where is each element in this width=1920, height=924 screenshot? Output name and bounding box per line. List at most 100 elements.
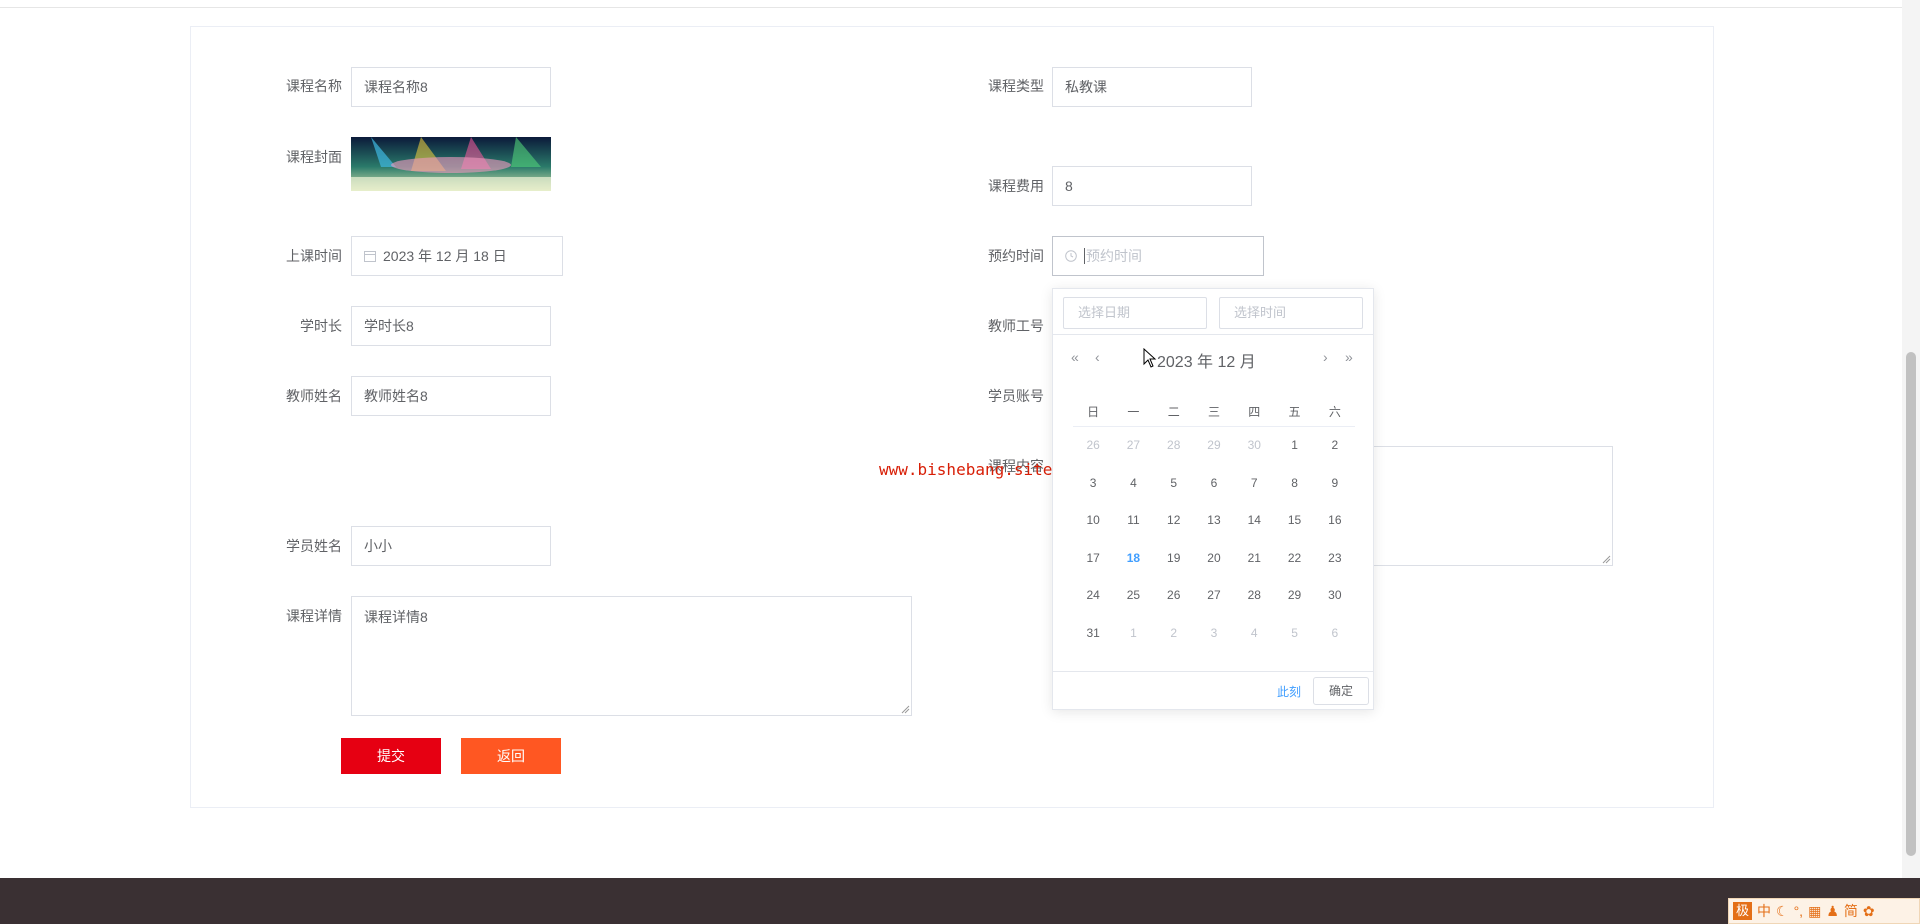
calendar-day-31[interactable]: 31 <box>1073 615 1113 653</box>
resize-grip-icon[interactable] <box>1601 554 1611 564</box>
student-account-label: 学员账号 <box>988 388 1044 404</box>
calendar-day-1[interactable]: 1 <box>1274 427 1314 465</box>
calendar-day-11[interactable]: 11 <box>1113 502 1153 540</box>
back-button[interactable]: 返回 <box>461 738 561 774</box>
ime-tray-item[interactable]: ♟ <box>1826 903 1839 920</box>
booking-time-input[interactable]: 预约时间 <box>1052 236 1264 276</box>
calendar-day-9[interactable]: 9 <box>1315 465 1355 503</box>
calendar-day-26[interactable]: 26 <box>1154 577 1194 615</box>
course-type-input[interactable]: 私教课 <box>1052 67 1252 107</box>
calendar-day-other-month[interactable]: 27 <box>1113 427 1153 465</box>
calendar-week-row: 26 27 28 29 30 1 2 <box>1073 427 1355 465</box>
calendar-day-other-month[interactable]: 29 <box>1194 427 1234 465</box>
cover-label: 课程封面 <box>286 149 342 165</box>
scrollbar-thumb[interactable] <box>1906 352 1916 856</box>
teacher-name-input[interactable]: 教师姓名8 <box>351 376 551 416</box>
ime-toolbar[interactable]: 极中 ☾ °, ▦ ♟ 简 ✿ <box>1728 898 1920 924</box>
fee-input[interactable]: 8 <box>1052 166 1252 206</box>
weekday-5: 五 <box>1288 405 1301 419</box>
datetime-picker: 选择日期 选择时间 « ‹ 2023 年 12 月 › » 日一二三四五六 26… <box>1052 288 1374 710</box>
ime-tray-item[interactable]: ✿ <box>1863 903 1875 920</box>
calendar-day-7[interactable]: 7 <box>1234 465 1274 503</box>
ime-tray-item[interactable]: 中 <box>1757 901 1771 921</box>
submit-button[interactable]: 提交 <box>341 738 441 774</box>
weekday-header: 日一二三四五六 <box>1073 397 1355 427</box>
calendar-day-3[interactable]: 3 <box>1073 465 1113 503</box>
picker-header-inputs: 选择日期 选择时间 <box>1053 289 1373 335</box>
clock-icon <box>1065 250 1077 262</box>
prev-year-icon[interactable]: « <box>1071 349 1079 365</box>
prev-month-icon[interactable]: ‹ <box>1095 349 1100 365</box>
details-value: 课程详情8 <box>364 609 428 625</box>
class-time-label: 上课时间 <box>286 248 342 264</box>
student-name-input[interactable]: 小小 <box>351 526 551 566</box>
calendar-day-27[interactable]: 27 <box>1194 577 1234 615</box>
ime-tray-item[interactable]: 极 <box>1733 902 1753 920</box>
calendar-day-22[interactable]: 22 <box>1274 540 1314 578</box>
calendar-day-24[interactable]: 24 <box>1073 577 1113 615</box>
class-time-input[interactable]: 2023 年 12 月 18 日 <box>351 236 563 276</box>
calendar-day-16[interactable]: 16 <box>1315 502 1355 540</box>
calendar-day-13[interactable]: 13 <box>1194 502 1234 540</box>
duration-label: 学时长 <box>300 318 342 334</box>
confirm-button[interactable]: 确定 <box>1313 677 1369 705</box>
calendar-day-30[interactable]: 30 <box>1315 577 1355 615</box>
resize-grip-icon[interactable] <box>900 704 910 714</box>
course-name-input[interactable]: 课程名称8 <box>351 67 551 107</box>
calendar-day-other-month[interactable]: 4 <box>1234 615 1274 653</box>
calendar-day-19[interactable]: 19 <box>1154 540 1194 578</box>
ime-tray-item[interactable]: °, <box>1794 903 1804 919</box>
calendar-day-other-month[interactable]: 1 <box>1113 615 1153 653</box>
calendar-day-18[interactable]: 18 <box>1113 540 1153 578</box>
next-month-icon[interactable]: › <box>1323 349 1328 365</box>
calendar-day-other-month[interactable]: 26 <box>1073 427 1113 465</box>
scrollbar[interactable] <box>1902 0 1920 878</box>
calendar-day-23[interactable]: 23 <box>1315 540 1355 578</box>
top-bar <box>0 0 1920 8</box>
ime-tray-item[interactable]: 简 <box>1844 901 1858 921</box>
mouse-cursor-icon <box>1143 348 1157 368</box>
teacher-name-label: 教师姓名 <box>286 388 342 404</box>
calendar-day-other-month[interactable]: 30 <box>1234 427 1274 465</box>
calendar-day-20[interactable]: 20 <box>1194 540 1234 578</box>
calendar-day-28[interactable]: 28 <box>1234 577 1274 615</box>
calendar-day-15[interactable]: 15 <box>1274 502 1314 540</box>
picker-time-input[interactable]: 选择时间 <box>1219 297 1363 329</box>
calendar-day-12[interactable]: 12 <box>1154 502 1194 540</box>
duration-input[interactable]: 学时长8 <box>351 306 551 346</box>
booking-time-label: 预约时间 <box>988 248 1044 264</box>
calendar-day-8[interactable]: 8 <box>1274 465 1314 503</box>
calendar-day-17[interactable]: 17 <box>1073 540 1113 578</box>
calendar-day-other-month[interactable]: 3 <box>1194 615 1234 653</box>
ime-tray-item[interactable]: ☾ <box>1776 903 1789 920</box>
picker-date-input[interactable]: 选择日期 <box>1063 297 1207 329</box>
calendar-day-2[interactable]: 2 <box>1315 427 1355 465</box>
calendar-day-21[interactable]: 21 <box>1234 540 1274 578</box>
next-year-icon[interactable]: » <box>1345 349 1353 365</box>
calendar-day-4[interactable]: 4 <box>1113 465 1153 503</box>
picker-year-month[interactable]: 2023 年 12 月 <box>1157 348 1256 372</box>
calendar-day-other-month[interactable]: 28 <box>1154 427 1194 465</box>
calendar-day-other-month[interactable]: 2 <box>1154 615 1194 653</box>
student-name-label: 学员姓名 <box>286 538 342 554</box>
details-label: 课程详情 <box>286 608 342 624</box>
weekday-1: 一 <box>1127 405 1140 419</box>
details-textarea[interactable]: 课程详情8 <box>351 596 912 716</box>
teacher-id-label: 教师工号 <box>988 318 1044 334</box>
class-time-value: 2023 年 12 月 18 日 <box>383 248 507 264</box>
calendar-day-other-month[interactable]: 6 <box>1315 615 1355 653</box>
calendar-day-10[interactable]: 10 <box>1073 502 1113 540</box>
weekday-3: 三 <box>1207 405 1220 419</box>
weekday-0: 日 <box>1087 405 1100 419</box>
course-cover-image[interactable] <box>351 137 551 191</box>
calendar-day-14[interactable]: 14 <box>1234 502 1274 540</box>
ime-tray-item[interactable]: ▦ <box>1808 903 1821 920</box>
calendar-day-29[interactable]: 29 <box>1274 577 1314 615</box>
calendar-day-6[interactable]: 6 <box>1194 465 1234 503</box>
calendar-day-5[interactable]: 5 <box>1154 465 1194 503</box>
picker-month-header: « ‹ 2023 年 12 月 › » <box>1053 335 1373 385</box>
calendar-week-row: 24 25 26 27 28 29 30 <box>1073 577 1355 615</box>
calendar-day-25[interactable]: 25 <box>1113 577 1153 615</box>
now-link[interactable]: 此刻 <box>1277 683 1301 700</box>
calendar-day-other-month[interactable]: 5 <box>1274 615 1314 653</box>
